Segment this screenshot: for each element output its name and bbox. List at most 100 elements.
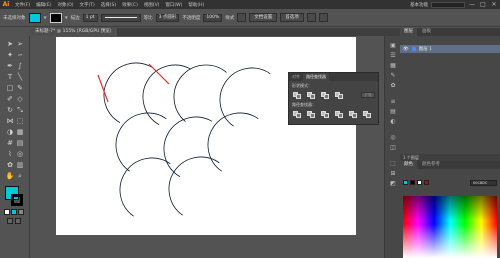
eyedropper-tool-icon[interactable]: ⌇ (5, 150, 15, 159)
divide-icon[interactable] (292, 110, 302, 118)
hand-tool-icon[interactable]: ✋ (5, 172, 15, 181)
brush-definition[interactable]: 3 点圆形 (155, 13, 180, 22)
gradient-icon[interactable]: ▤ (389, 108, 397, 115)
color-mode-icon[interactable] (11, 209, 17, 215)
merge-icon[interactable] (320, 110, 330, 118)
opacity-field[interactable]: 100% (203, 13, 223, 22)
stroke-label[interactable]: 描边 (71, 15, 80, 21)
menu-type[interactable]: 文字(T) (77, 2, 98, 8)
menu-view[interactable]: 视图(V) (141, 2, 163, 8)
trim-icon[interactable] (306, 110, 316, 118)
expand-button[interactable]: 扩展 (361, 92, 375, 98)
eye-icon[interactable]: 👁 (403, 47, 409, 52)
layer-row[interactable]: 👁 图层 1 (400, 45, 500, 53)
outline-icon[interactable] (348, 110, 358, 118)
layer-name[interactable]: 图层 1 (419, 46, 432, 52)
pathfinder-icon[interactable]: ◩ (389, 180, 397, 187)
close-button[interactable]: ✕ (490, 0, 498, 9)
symbol-sprayer-tool-icon[interactable]: ✿ (5, 161, 15, 170)
chevron-down-icon[interactable]: ▼ (65, 15, 68, 20)
selection-tool-icon[interactable]: ➤ (5, 40, 15, 49)
fill-swatch[interactable] (28, 12, 41, 23)
free-transform-tool-icon[interactable]: ⬚ (15, 117, 25, 126)
variable-width-profile[interactable] (100, 13, 141, 22)
menu-select[interactable]: 选择(S) (98, 2, 119, 8)
screen-mode-icon[interactable] (15, 218, 21, 224)
align-icon[interactable] (306, 13, 316, 22)
gradient-mode-icon[interactable] (18, 209, 24, 215)
symbols-icon[interactable]: ✿ (389, 82, 397, 89)
paintbrush-tool-icon[interactable]: ✎ (15, 84, 25, 93)
shape-builder-tool-icon[interactable]: ◑ (5, 128, 15, 137)
document-tab[interactable]: 未标题-7* @ 115% (RGB/GPU 预览) (30, 28, 117, 36)
line-tool-icon[interactable]: ╲ (15, 73, 25, 82)
minus-back-icon[interactable] (362, 110, 372, 118)
menu-file[interactable]: 文件(F) (12, 2, 33, 8)
direct-selection-tool-icon[interactable]: ➢ (15, 40, 25, 49)
stroke-color-box[interactable] (11, 194, 23, 206)
tab-pathfinder[interactable]: 路径查找器 (303, 73, 329, 81)
swatches-icon[interactable]: ▦ (389, 62, 397, 69)
curvature-tool-icon[interactable]: ∫ (15, 62, 25, 71)
stroke-icon[interactable]: ≡ (389, 98, 397, 105)
menu-window[interactable]: 窗口(W) (162, 2, 185, 8)
intersect-icon[interactable] (320, 91, 330, 99)
align-icon[interactable]: ⊞ (389, 170, 397, 177)
brushes-icon[interactable]: ✎ (389, 72, 397, 79)
graphic-styles-icon[interactable]: ◫ (389, 144, 397, 151)
blend-tool-icon[interactable]: ◎ (15, 150, 25, 159)
libraries-icon[interactable]: ☰ (389, 52, 397, 59)
menu-effect[interactable]: 效果(C) (119, 2, 141, 8)
lasso-tool-icon[interactable]: ∽ (15, 51, 25, 60)
scale-tool-icon[interactable]: ⤡ (15, 106, 25, 115)
magic-wand-tool-icon[interactable]: ✦ (5, 51, 15, 60)
menu-edit[interactable]: 编辑(E) (33, 2, 54, 8)
document-setup-button[interactable]: 文档设置 (249, 13, 278, 22)
properties-icon[interactable]: ▣ (389, 42, 397, 49)
exclude-icon[interactable] (334, 91, 344, 99)
crop-icon[interactable] (334, 110, 344, 118)
minimize-button[interactable]: — (468, 0, 476, 9)
chevron-down-icon[interactable]: ▼ (44, 15, 47, 20)
zoom-tool-icon[interactable]: ⌕ (15, 172, 25, 181)
gradient-tool-icon[interactable]: ▤ (15, 139, 25, 148)
unite-icon[interactable] (292, 91, 302, 99)
workspace-switcher[interactable]: 基本功能 (410, 2, 428, 8)
tab-color[interactable]: 颜色 (400, 161, 417, 169)
mesh-tool-icon[interactable]: # (5, 139, 15, 148)
menu-help[interactable]: 帮助(H) (185, 2, 207, 8)
tab-artboards[interactable]: 画板 (418, 28, 435, 36)
width-tool-icon[interactable]: ⋈ (5, 117, 15, 126)
type-tool-icon[interactable]: T (5, 73, 15, 82)
minus-front-icon[interactable] (306, 91, 316, 99)
tab-align[interactable]: 对齐 (289, 73, 303, 81)
artwork[interactable] (56, 37, 356, 235)
pen-tool-icon[interactable]: ✒ (5, 62, 15, 71)
none-chip[interactable] (424, 180, 429, 185)
perspective-grid-tool-icon[interactable]: ▦ (15, 128, 25, 137)
eraser-tool-icon[interactable]: ◇ (15, 95, 25, 104)
appearance-icon[interactable]: ◎ (389, 134, 397, 141)
stroke-chip[interactable] (410, 180, 415, 185)
fill-chip[interactable] (403, 180, 408, 185)
hex-field[interactable]: 00C8DC (470, 180, 497, 186)
graph-tool-icon[interactable]: ▥ (15, 161, 25, 170)
stroke-swatch[interactable] (49, 12, 62, 23)
color-spectrum[interactable] (403, 196, 497, 258)
transform-icon[interactable] (318, 13, 328, 22)
draw-mode-icon[interactable] (7, 218, 13, 224)
tab-layers[interactable]: 图层 (400, 28, 417, 36)
maximize-button[interactable]: □ (479, 0, 487, 9)
graphic-style-swatch[interactable] (237, 13, 247, 22)
transparency-icon[interactable]: ◐ (389, 118, 397, 125)
transform-icon[interactable]: ⬚ (389, 160, 397, 167)
tab-color-guide[interactable]: 颜色参考 (418, 161, 444, 169)
rectangle-tool-icon[interactable]: □ (5, 84, 15, 93)
menu-object[interactable]: 对象(O) (54, 2, 76, 8)
shaper-tool-icon[interactable]: ✐ (5, 95, 15, 104)
default-colors-icon[interactable] (4, 209, 10, 215)
preferences-button[interactable]: 首选项 (280, 13, 304, 22)
rotate-tool-icon[interactable]: ↻ (5, 106, 15, 115)
opacity-label[interactable]: 不透明度 (182, 15, 200, 21)
stroke-weight-field[interactable]: 1 pt (82, 13, 98, 22)
